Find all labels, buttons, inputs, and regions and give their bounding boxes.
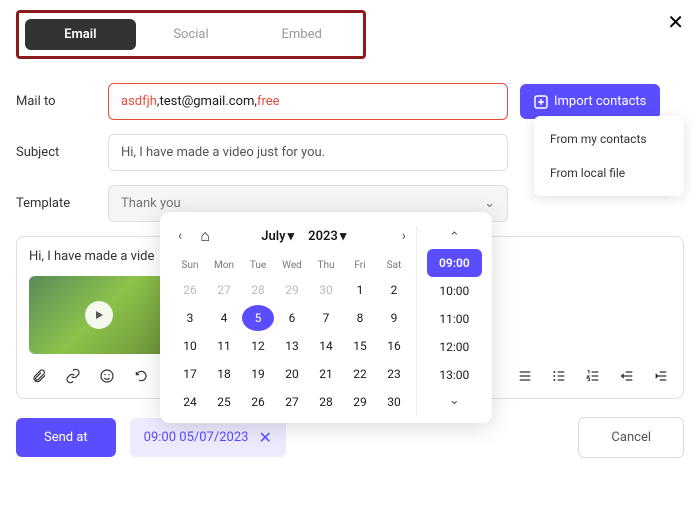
prev-month-icon[interactable]: ‹ xyxy=(174,226,186,246)
caret-icon: ▾ xyxy=(288,229,295,244)
day-28[interactable]: 28 xyxy=(242,277,274,303)
day-30[interactable]: 30 xyxy=(310,277,342,303)
day-13[interactable]: 13 xyxy=(276,333,308,359)
time-down-icon[interactable]: ⌄ xyxy=(445,389,464,412)
day-21[interactable]: 21 xyxy=(310,361,342,387)
day-19[interactable]: 19 xyxy=(242,361,274,387)
chevron-down-icon: ⌄ xyxy=(484,196,495,211)
day-2[interactable]: 2 xyxy=(378,277,410,303)
mail-to-label: Mail to xyxy=(16,94,96,109)
time-0900[interactable]: 09:00 xyxy=(427,249,482,277)
indent-icon[interactable] xyxy=(651,366,671,386)
import-dropdown: From my contacts From local file xyxy=(534,116,684,196)
day-17[interactable]: 17 xyxy=(174,361,206,387)
day-1[interactable]: 1 xyxy=(344,277,376,303)
scheduled-value: 09:00 05/07/2023 xyxy=(144,430,249,445)
subject-label: Subject xyxy=(16,145,96,160)
day-18[interactable]: 18 xyxy=(208,361,240,387)
import-from-contacts[interactable]: From my contacts xyxy=(534,122,684,156)
day-9[interactable]: 9 xyxy=(378,305,410,331)
dow-label: Sat xyxy=(378,256,410,275)
tab-embed[interactable]: Embed xyxy=(246,19,357,50)
day-23[interactable]: 23 xyxy=(378,361,410,387)
close-icon[interactable]: ✕ xyxy=(667,10,684,34)
dow-label: Tue xyxy=(242,256,274,275)
import-label: Import contacts xyxy=(554,94,646,109)
mail-to-input[interactable]: asdfjh,test@gmail.com,free xyxy=(108,83,508,120)
plus-icon xyxy=(534,95,548,109)
time-1100[interactable]: 11:00 xyxy=(427,305,481,333)
time-1300[interactable]: 13:00 xyxy=(427,361,481,389)
day-5[interactable]: 5 xyxy=(242,305,274,331)
home-icon[interactable]: ⌂ xyxy=(200,226,210,246)
year-select[interactable]: 2023▾ xyxy=(308,229,346,244)
day-12[interactable]: 12 xyxy=(242,333,274,359)
dow-label: Thu xyxy=(310,256,342,275)
day-11[interactable]: 11 xyxy=(208,333,240,359)
datetime-picker: ‹ ⌂ July▾ 2023▾ › SunMonTueWedThuFriSat2… xyxy=(160,212,492,423)
day-30[interactable]: 30 xyxy=(378,389,410,415)
list-bullet-icon[interactable] xyxy=(549,366,569,386)
scheduled-chip: 09:00 05/07/2023 ✕ xyxy=(130,418,286,457)
template-label: Template xyxy=(16,196,96,211)
link-icon[interactable] xyxy=(63,366,83,386)
day-14[interactable]: 14 xyxy=(310,333,342,359)
calendar-grid: SunMonTueWedThuFriSat2627282930123456789… xyxy=(174,256,410,415)
undo-icon[interactable] xyxy=(131,366,151,386)
tab-email[interactable]: Email xyxy=(25,19,136,50)
day-29[interactable]: 29 xyxy=(276,277,308,303)
time-1000[interactable]: 10:00 xyxy=(427,277,481,305)
next-month-icon[interactable]: › xyxy=(398,226,410,246)
day-20[interactable]: 20 xyxy=(276,361,308,387)
day-28[interactable]: 28 xyxy=(310,389,342,415)
day-29[interactable]: 29 xyxy=(344,389,376,415)
emoji-icon[interactable] xyxy=(97,366,117,386)
dow-label: Fri xyxy=(344,256,376,275)
day-26[interactable]: 26 xyxy=(242,389,274,415)
day-10[interactable]: 10 xyxy=(174,333,206,359)
share-tabs: Email Social Embed xyxy=(16,10,366,59)
send-at-button[interactable]: Send at xyxy=(16,418,116,457)
outdent-icon[interactable] xyxy=(617,366,637,386)
import-contacts-button[interactable]: Import contacts xyxy=(520,84,660,119)
day-24[interactable]: 24 xyxy=(174,389,206,415)
time-1200[interactable]: 12:00 xyxy=(427,333,481,361)
day-22[interactable]: 22 xyxy=(344,361,376,387)
day-6[interactable]: 6 xyxy=(276,305,308,331)
day-16[interactable]: 16 xyxy=(378,333,410,359)
clear-schedule-icon[interactable]: ✕ xyxy=(258,428,271,447)
day-27[interactable]: 27 xyxy=(208,277,240,303)
dow-label: Wed xyxy=(276,256,308,275)
day-27[interactable]: 27 xyxy=(276,389,308,415)
day-26[interactable]: 26 xyxy=(174,277,206,303)
day-8[interactable]: 8 xyxy=(344,305,376,331)
day-7[interactable]: 7 xyxy=(310,305,342,331)
attachment-icon[interactable] xyxy=(29,366,49,386)
time-column: ⌃ 09:00 10:00 11:00 12:00 13:00 ⌄ xyxy=(416,226,482,415)
list-numbered-icon[interactable] xyxy=(583,366,603,386)
subject-input[interactable]: Hi, I have made a video just for you. xyxy=(108,134,508,171)
month-select[interactable]: July▾ xyxy=(261,229,294,244)
cancel-button[interactable]: Cancel xyxy=(578,417,684,458)
caret-icon: ▾ xyxy=(340,229,347,244)
day-3[interactable]: 3 xyxy=(174,305,206,331)
video-thumbnail[interactable] xyxy=(29,276,169,354)
time-up-icon[interactable]: ⌃ xyxy=(445,226,464,249)
day-15[interactable]: 15 xyxy=(344,333,376,359)
dow-label: Sun xyxy=(174,256,206,275)
dow-label: Mon xyxy=(208,256,240,275)
play-icon xyxy=(85,301,113,329)
tab-social[interactable]: Social xyxy=(136,19,247,50)
import-from-file[interactable]: From local file xyxy=(534,156,684,190)
day-4[interactable]: 4 xyxy=(208,305,240,331)
day-25[interactable]: 25 xyxy=(208,389,240,415)
align-justify-icon[interactable] xyxy=(515,366,535,386)
